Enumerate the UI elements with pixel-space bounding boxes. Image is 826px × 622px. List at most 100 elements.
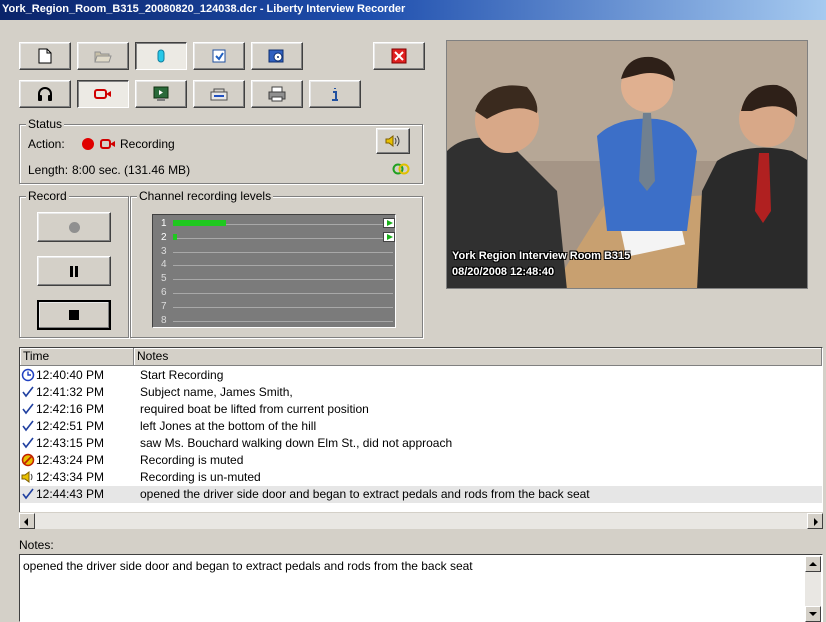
channel-baseline [173,265,393,267]
export-button[interactable] [193,42,245,70]
channel-number: 6 [161,287,167,298]
print-button[interactable] [251,80,303,108]
headphones-icon [38,87,52,101]
time-value: 12:44:43 PM [36,487,105,501]
record-icon [68,221,80,233]
notes-textarea[interactable]: opened the driver side door and began to… [19,554,823,622]
new-document-icon [38,48,52,64]
time-value: 12:43:24 PM [36,453,105,467]
video-preview[interactable]: York Region Interview Room B315 08/20/20… [446,40,808,289]
mute-icon [21,453,35,467]
table-row[interactable]: 12:43:34 PM Recording is un-muted [20,469,822,486]
table-header: Time Notes [20,348,822,366]
scroll-left-button[interactable] [19,513,35,529]
horizontal-scrollbar[interactable] [19,512,823,529]
link-status-icon [392,163,410,175]
table-row[interactable]: 12:43:24 PM Recording is muted [20,452,822,469]
speaker-icon [385,135,400,147]
channel-row: 4 [153,258,397,271]
status-group-title: Status [26,117,65,131]
record-mode-button[interactable] [77,80,129,108]
table-row[interactable]: 12:42:16 PM required boat be lifted from … [20,401,822,418]
record-status-dot-icon [82,138,94,150]
info-button[interactable] [309,80,361,108]
time-cell: 12:41:32 PM [21,384,135,401]
action-value: Recording [120,137,175,151]
listen-button[interactable] [19,80,71,108]
burn-disc-icon [268,49,284,63]
column-header-time[interactable]: Time [20,348,134,366]
channel-number: 7 [161,300,167,312]
time-cell: 12:42:51 PM [21,418,135,435]
channel-number: 1 [161,218,167,229]
levels-group-title: Channel recording levels [137,189,274,203]
channel-row: 7 [153,300,397,313]
channel-number: 4 [161,259,167,271]
table-row[interactable]: 12:40:40 PM Start Recording [20,367,822,384]
channel-baseline [173,279,393,281]
note-cell: left Jones at the bottom of the hill [140,419,317,433]
check-icon [21,402,35,416]
length-label: Length: [28,163,69,177]
properties-button[interactable] [193,80,245,108]
time-cell: 12:43:24 PM [21,452,135,469]
channel-row: 1 [153,217,397,230]
time-value: 12:42:51 PM [36,419,105,433]
channel-baseline [173,320,393,322]
record-button[interactable] [37,212,111,242]
record-camera-icon [94,89,111,99]
time-value: 12:42:16 PM [36,402,105,416]
window-title: York_Region_Room_B315_20080820_124038.dc… [2,3,406,15]
table-row[interactable]: 12:43:15 PM saw Ms. Bouchard walking down… [20,435,822,452]
check-icon [21,487,35,501]
new-button[interactable] [19,42,71,70]
channel-row: 6 [153,286,397,299]
channel-row: 2 [153,231,397,244]
time-cell: 12:43:34 PM [21,469,135,486]
table-row[interactable]: 12:41:32 PM Subject name, James Smith, [20,384,822,401]
title-bar[interactable]: York_Region_Room_B315_20080820_124038.dc… [0,0,826,20]
speaker-icon [21,470,35,484]
column-header-notes[interactable]: Notes [134,348,822,366]
burn-button[interactable] [251,42,303,70]
app-window: York_Region_Room_B315_20080820_124038.dc… [0,0,826,622]
notes-text: opened the driver side door and began to… [23,559,473,573]
channel-level-bar [173,233,177,240]
scroll-up-button[interactable] [805,556,821,572]
record-group-title: Record [26,189,69,203]
notes-table[interactable]: Time Notes 12:40:40 PM Start Recording 12:… [19,347,823,515]
channel-number: 5 [161,273,167,285]
video-timestamp: 08/20/2008 12:48:40 [452,266,555,278]
action-label: Action: [28,137,65,151]
stop-icon [69,310,79,320]
play-export-button[interactable] [135,80,187,108]
note-cell: required boat be lifted from current pos… [140,402,369,416]
pause-icon [70,265,78,277]
channel-level-bar [173,220,226,226]
properties-icon [210,88,228,101]
time-value: 12:40:40 PM [36,368,105,382]
pause-button[interactable] [37,256,111,286]
length-value: 8:00 sec. (131.46 MB) [72,163,191,177]
channel-row: 8 [153,314,397,327]
note-cell: Subject name, James Smith, [140,385,293,399]
time-cell: 12:43:15 PM [21,435,135,452]
record-status-camera-icon [100,139,115,149]
table-row[interactable]: 12:42:51 PM left Jones at the bottom of t… [20,418,822,435]
note-cell: opened the driver side door and began to… [140,487,590,501]
add-marker-button[interactable] [135,42,187,70]
close-button[interactable] [373,42,425,70]
mute-toggle-button[interactable] [376,128,410,154]
time-cell: 12:40:40 PM [21,367,135,384]
time-value: 12:41:32 PM [36,385,105,399]
add-marker-icon [157,49,165,63]
information-icon [332,88,338,101]
notes-vertical-scrollbar[interactable] [805,556,821,622]
channel-baseline [173,251,393,253]
open-button[interactable] [77,42,129,70]
video-caption: York Region Interview Room B315 [452,250,631,262]
scroll-down-button[interactable] [805,606,821,622]
stop-button[interactable] [37,300,111,330]
scroll-right-button[interactable] [807,513,823,529]
table-row[interactable]: 12:44:43 PM opened the driver side door a… [20,486,822,503]
